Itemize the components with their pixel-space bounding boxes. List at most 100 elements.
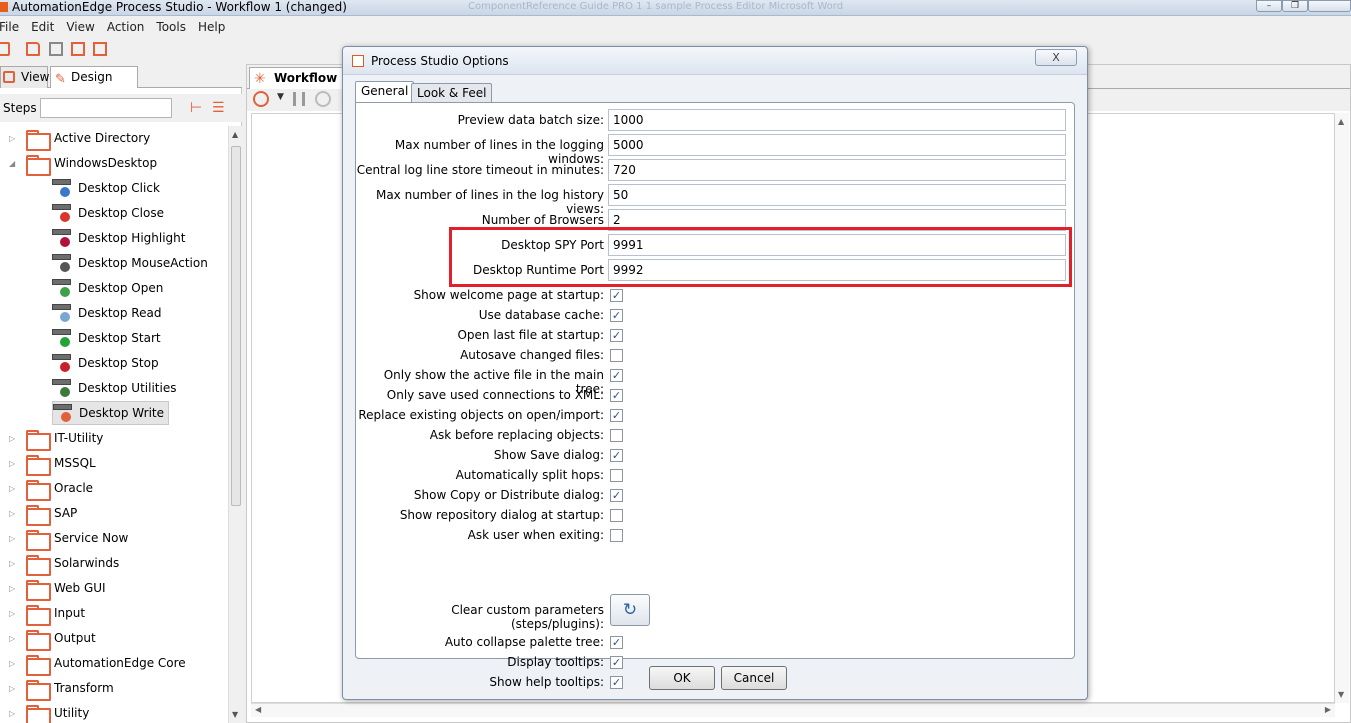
tree-folder[interactable]: ▷ Output [9,626,96,651]
checkbox-checked[interactable]: ✓ [610,489,623,502]
dialog-close-button[interactable]: X [1035,49,1077,66]
tree-folder[interactable]: ▷ AutomationEdge Core [9,651,186,676]
tree-item-label: Solarwinds [54,556,120,570]
menu-file[interactable]: File [0,20,25,34]
scroll-up-icon[interactable]: ▲ [1338,117,1344,126]
tree-expand-arrow-icon[interactable]: ▷ [9,509,19,518]
checkbox-unchecked[interactable] [610,529,623,542]
ok-button[interactable]: OK [649,666,715,690]
tree-step[interactable]: Desktop MouseAction [52,251,208,275]
pause-icon[interactable] [293,92,305,106]
tab-general[interactable]: General [355,81,415,103]
checkbox-checked[interactable]: ✓ [610,656,623,669]
scroll-down-icon[interactable]: ▼ [1338,690,1344,699]
scroll-up-icon[interactable]: ▲ [232,130,238,139]
tree-folder[interactable]: ▷ MSSQL [9,451,96,476]
tree-folder[interactable]: ▷ Transform [9,676,114,701]
tab-workflow-1[interactable]: ✳ Workflow 1 [249,67,345,105]
menu-view[interactable]: View [66,20,100,34]
checkbox-unchecked[interactable] [610,429,623,442]
checkbox-checked[interactable]: ✓ [610,309,623,322]
run-icon[interactable] [253,91,269,107]
checkbox-checked[interactable]: ✓ [610,329,623,342]
tree-folder[interactable]: ▷ SAP [9,501,77,526]
tree-step[interactable]: Desktop Close [52,201,164,225]
scroll-down-icon[interactable]: ▼ [232,710,238,719]
tab-look-and-feel[interactable]: Look & Feel [411,83,493,103]
tree-step[interactable]: Desktop Start [52,326,161,350]
tree-folder[interactable]: ▷ Service Now [9,526,128,551]
tree-step[interactable]: Desktop Highlight [52,226,185,250]
steps-tree-scrollbar[interactable]: ▲ ▼ [228,126,242,723]
tab-view[interactable]: View [0,66,49,88]
workflow-horizontal-scrollbar[interactable]: ◀ ▶ [251,703,1335,717]
checkbox-checked[interactable]: ✓ [610,409,623,422]
clear-custom-parameters-button[interactable]: ↻ [610,594,650,626]
options-tabs: General Look & Feel [355,81,1075,103]
scroll-right-icon[interactable]: ▶ [1325,705,1331,714]
tab-design[interactable]: ✎ Design [50,66,138,88]
tree-step[interactable]: Desktop Utilities [52,376,176,400]
option-input[interactable]: 1000 [608,109,1066,131]
tree-expand-arrow-icon[interactable]: ▷ [9,609,19,618]
option-input[interactable]: 50 [608,184,1066,206]
checkbox-checked[interactable]: ✓ [610,449,623,462]
expand-tree-icon[interactable]: ⊢ [190,100,202,116]
window-close-button[interactable] [1308,0,1351,12]
collapse-tree-icon[interactable]: ☰ [212,100,225,116]
checkbox-checked[interactable]: ✓ [610,289,623,302]
tree-folder[interactable]: ▷ Input [9,601,85,626]
tree-expand-arrow-icon[interactable]: ▷ [9,634,19,643]
tree-folder[interactable]: ▷ Web GUI [9,576,106,601]
checkbox-checked[interactable]: ✓ [610,676,623,689]
tree-step[interactable]: Desktop Stop [52,351,159,375]
menu-edit[interactable]: Edit [31,20,60,34]
checkbox-checked[interactable]: ✓ [610,389,623,402]
option-input[interactable]: 5000 [608,134,1066,156]
menu-tools[interactable]: Tools [156,20,192,34]
maximize-button[interactable]: ❐ [1282,0,1308,12]
tree-expand-arrow-icon[interactable]: ▷ [9,434,19,443]
menu-action[interactable]: Action [107,20,151,34]
steps-search-input[interactable] [40,98,172,118]
tree-folder[interactable]: ▷ IT-Utility [9,426,103,451]
tree-step[interactable]: Desktop Open [52,276,163,300]
tree-step[interactable]: Desktop Click [52,176,160,200]
tree-expand-arrow-icon[interactable]: ▷ [9,134,19,143]
checkbox-unchecked[interactable] [610,349,623,362]
tree-folder[interactable]: ▷ Solarwinds [9,551,120,576]
tree-expand-arrow-icon[interactable]: ▷ [9,684,19,693]
tree-expand-arrow-icon[interactable]: ▷ [9,534,19,543]
tree-folder[interactable]: ◢ WindowsDesktop [9,151,157,176]
tree-expand-arrow-icon[interactable]: ▷ [9,709,19,718]
checkbox-unchecked[interactable] [610,509,623,522]
stop-icon[interactable] [315,91,331,107]
menu-help[interactable]: Help [198,20,231,34]
checkbox-unchecked[interactable] [610,469,623,482]
tree-step[interactable]: Desktop Read [52,301,161,325]
workflow-vertical-scrollbar[interactable]: ▲ ▼ [1335,113,1349,703]
tree-collapse-arrow-icon[interactable]: ◢ [9,159,19,168]
checkbox-checked[interactable]: ✓ [610,636,623,649]
tree-expand-arrow-icon[interactable]: ▷ [9,459,19,468]
tree-expand-arrow-icon[interactable]: ▷ [9,659,19,668]
tree-expand-arrow-icon[interactable]: ▷ [9,584,19,593]
save-as-icon[interactable] [93,42,107,56]
run-options-chevron-icon[interactable]: ▼ [277,92,284,102]
explore-repository-icon[interactable] [49,42,63,56]
cancel-button[interactable]: Cancel [721,666,787,690]
tree-folder[interactable]: ▷ Oracle [9,476,93,501]
open-folder-icon[interactable] [26,42,40,56]
tree-expand-arrow-icon[interactable]: ▷ [9,484,19,493]
checkbox-checked[interactable]: ✓ [610,369,623,382]
option-input[interactable]: 720 [608,159,1066,181]
new-file-icon[interactable] [0,42,10,56]
tree-folder[interactable]: ▷ Active Directory [9,126,150,151]
tree-step[interactable]: Desktop Write [52,401,169,425]
tree-expand-arrow-icon[interactable]: ▷ [9,559,19,568]
save-icon[interactable] [71,42,85,56]
scroll-thumb[interactable] [231,146,241,506]
tree-folder[interactable]: ▷ Utility [9,701,89,723]
scroll-left-icon[interactable]: ◀ [255,705,261,714]
minimize-button[interactable]: – [1256,0,1282,12]
